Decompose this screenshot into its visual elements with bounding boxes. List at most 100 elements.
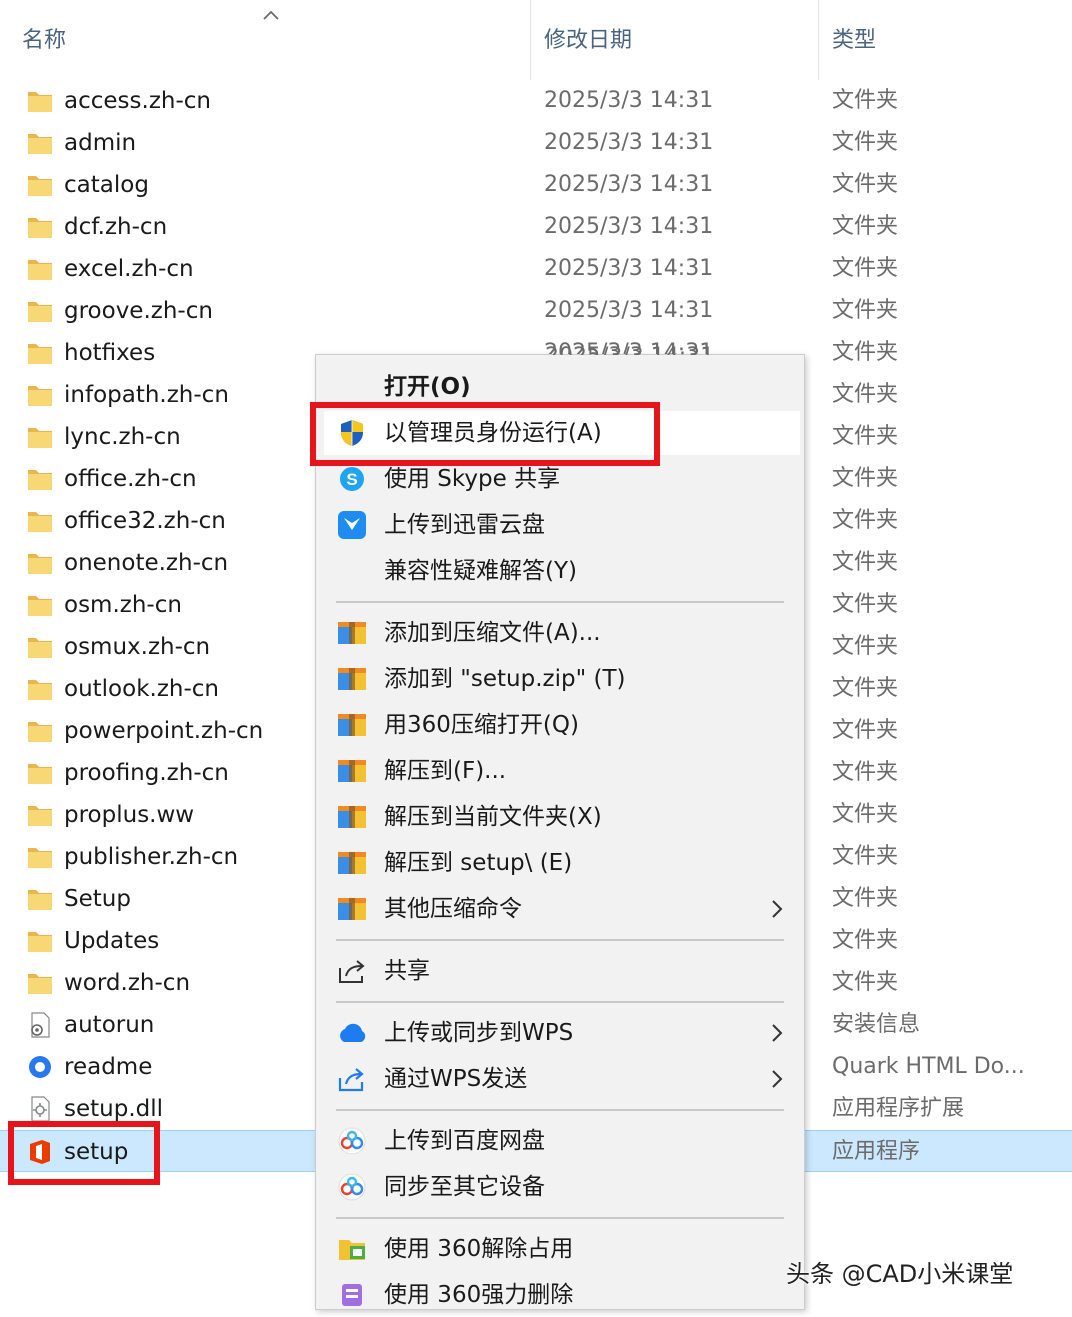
- menu-item-label: 解压到当前文件夹(X): [384, 804, 602, 830]
- file-name: proplus.ww: [64, 802, 195, 828]
- file-name: setup.dll: [64, 1096, 164, 1122]
- file-type: 文件夹: [832, 88, 899, 113]
- menu-item-label: 上传到迅雷云盘: [384, 512, 545, 538]
- file-name: outlook.zh-cn: [64, 676, 220, 702]
- menu-item-18[interactable]: 通过WPS发送: [316, 1057, 804, 1101]
- folder-icon: [26, 129, 54, 157]
- file-type: 文件夹: [832, 382, 899, 407]
- file-row-access-zh-cn[interactable]: access.zh-cn 2025/3/3 14:31 文件夹: [0, 80, 1072, 122]
- menu-item-1[interactable]: 打开(O): [316, 365, 804, 409]
- file-row-groove-zh-cn[interactable]: groove.zh-cn 2025/3/3 14:31 文件夹: [0, 290, 1072, 332]
- folder-icon: [26, 885, 54, 913]
- xunlei-icon: [336, 510, 368, 540]
- file-row-dcf-zh-cn[interactable]: dcf.zh-cn 2025/3/3 14:31 文件夹: [0, 206, 1072, 248]
- file-type: 文件夹: [832, 424, 899, 449]
- file-name: powerpoint.zh-cn: [64, 718, 264, 744]
- file-name: dcf.zh-cn: [64, 214, 168, 240]
- menu-item-7[interactable]: 添加到压缩文件(A)...: [316, 611, 804, 655]
- menu-item-11[interactable]: 解压到当前文件夹(X): [316, 795, 804, 839]
- folder-icon: [26, 87, 54, 115]
- menu-item-3[interactable]: S 使用 Skype 共享: [316, 457, 804, 501]
- file-name: setup: [64, 1139, 129, 1165]
- file-name: Setup: [64, 886, 131, 912]
- menu-item-label: 以管理员身份运行(A): [384, 420, 602, 446]
- file-type: 文件夹: [832, 928, 899, 953]
- menu-item-label: 其他压缩命令: [384, 896, 522, 922]
- file-name: readme: [64, 1054, 153, 1080]
- svg-text:S: S: [346, 470, 357, 489]
- file-row-excel-zh-cn[interactable]: excel.zh-cn 2025/3/3 14:31 文件夹: [0, 248, 1072, 290]
- folder-icon: [26, 213, 54, 241]
- menu-item-17[interactable]: 上传或同步到WPS: [316, 1011, 804, 1055]
- archive-icon: [336, 756, 368, 786]
- menu-item-13[interactable]: 其他压缩命令: [316, 887, 804, 931]
- folder-icon: [26, 549, 54, 577]
- menu-separator: [336, 601, 784, 603]
- menu-item-24[interactable]: 使用 360强力删除: [316, 1273, 804, 1317]
- file-row-catalog[interactable]: catalog 2025/3/3 14:31 文件夹: [0, 164, 1072, 206]
- file-explorer: 名称 修改日期 类型 access.zh-cn 2025/3/3 14:31 文件夹…: [0, 0, 1072, 1310]
- menu-separator: [336, 939, 784, 941]
- menu-item-8[interactable]: 添加到 "setup.zip" (T): [316, 657, 804, 701]
- file-row-admin[interactable]: admin 2025/3/3 14:31 文件夹: [0, 122, 1072, 164]
- file-type: 文件夹: [832, 886, 899, 911]
- file-type: 安装信息: [832, 1012, 921, 1037]
- folder-icon: [26, 255, 54, 283]
- office-icon: [26, 1138, 54, 1166]
- file-type: 文件夹: [832, 256, 899, 281]
- archive-icon: [336, 848, 368, 878]
- menu-item-12[interactable]: 解压到 setup\ (E): [316, 841, 804, 885]
- menu-item-2[interactable]: 以管理员身份运行(A): [324, 411, 800, 455]
- wps-cloud-icon: [336, 1018, 368, 1048]
- menu-item-label: 使用 360解除占用: [384, 1236, 574, 1262]
- baidu-icon: [336, 1126, 368, 1156]
- menu-item-10[interactable]: 解压到(F)...: [316, 749, 804, 793]
- column-type-header[interactable]: 类型: [818, 0, 1058, 80]
- file-modified-date: 2025/3/3 14:31: [544, 298, 714, 323]
- menu-item-23[interactable]: 使用 360解除占用: [316, 1227, 804, 1271]
- menu-separator: [336, 1217, 784, 1219]
- file-modified-date: 2025/3/3 14:31: [544, 172, 714, 197]
- menu-item-9[interactable]: 用360压缩打开(Q): [316, 703, 804, 747]
- file-modified-date: 2025/3/3 14:31: [544, 214, 714, 239]
- file-type: 文件夹: [832, 760, 899, 785]
- menu-item-label: 用360压缩打开(Q): [384, 712, 579, 738]
- folder-icon: [26, 297, 54, 325]
- menu-item-21[interactable]: 同步至其它设备: [316, 1165, 804, 1209]
- column-name-label: 名称: [22, 28, 67, 53]
- archive-icon: [336, 618, 368, 648]
- menu-item-label: 上传或同步到WPS: [384, 1020, 574, 1046]
- archive-icon: [336, 894, 368, 924]
- watermark-text: 头条 @CAD小米课堂: [786, 1260, 1014, 1288]
- file-type: 文件夹: [832, 340, 899, 365]
- menu-item-4[interactable]: 上传到迅雷云盘: [316, 503, 804, 547]
- file-name: excel.zh-cn: [64, 256, 194, 282]
- menu-item-label: 解压到 setup\ (E): [384, 850, 573, 876]
- file-type: 文件夹: [832, 970, 899, 995]
- menu-item-5[interactable]: 兼容性疑难解答(Y): [316, 549, 804, 593]
- skype-icon: S: [336, 464, 368, 494]
- folder-icon: [26, 675, 54, 703]
- file-type: 文件夹: [832, 802, 899, 827]
- file-name: publisher.zh-cn: [64, 844, 239, 870]
- file-name: admin: [64, 130, 137, 156]
- folder-icon: [26, 339, 54, 367]
- file-type: 文件夹: [832, 214, 899, 239]
- menu-item-20[interactable]: 上传到百度网盘: [316, 1119, 804, 1163]
- menu-item-label: 使用 360强力删除: [384, 1282, 574, 1308]
- column-date-header[interactable]: 修改日期: [530, 0, 818, 80]
- file-type: 文件夹: [832, 550, 899, 575]
- file-type: 文件夹: [832, 298, 899, 323]
- archive-icon: [336, 802, 368, 832]
- chevron-right-icon: [770, 1022, 784, 1044]
- file-type: Quark HTML Do...: [832, 1054, 1025, 1079]
- folder-icon: [26, 633, 54, 661]
- folder-icon: [26, 465, 54, 493]
- menu-item-15[interactable]: 共享: [316, 949, 804, 993]
- partial-date-text: 2025/3/3 14:31: [545, 339, 714, 355]
- file-name: Updates: [64, 928, 160, 954]
- file-modified-date: 2025/3/3 14:31: [544, 256, 714, 281]
- setup-info-icon: [26, 1011, 54, 1039]
- file-name: autorun: [64, 1012, 155, 1038]
- folder-icon: [26, 381, 54, 409]
